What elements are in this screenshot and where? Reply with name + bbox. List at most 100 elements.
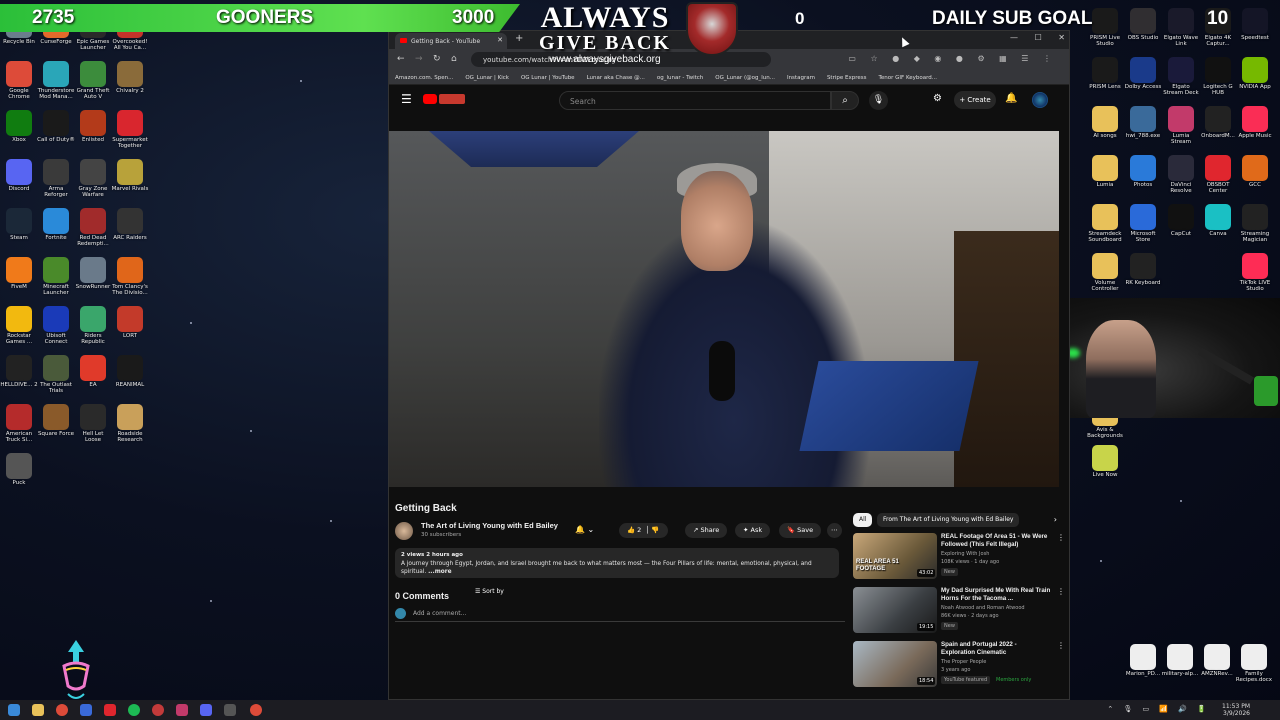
more-options-icon[interactable]: ⋮ <box>1057 641 1065 650</box>
recommendation-title[interactable]: My Dad Surprised Me With Real Train Horn… <box>941 587 1051 603</box>
bookmark-item[interactable]: OG Lunar | YouTube <box>521 75 575 81</box>
more-options-icon[interactable]: ⋮ <box>1057 533 1065 542</box>
desktop-icon[interactable]: Roadside Research <box>111 404 149 443</box>
desktop-icon[interactable]: Xbox <box>0 110 38 143</box>
desktop-icon[interactable]: Elgato Stream Deck <box>1162 57 1200 96</box>
desktop-icon[interactable]: SnowRunner <box>74 257 112 290</box>
home-icon[interactable]: ⌂ <box>451 54 457 64</box>
like-button[interactable]: 👍 2 │ 👎 <box>619 523 668 538</box>
desktop-icon[interactable]: Lumia <box>1086 155 1124 188</box>
account-avatar[interactable] <box>1032 92 1048 108</box>
desktop-icon[interactable]: Canva <box>1199 204 1237 237</box>
recommendation-item[interactable]: 19:15 My Dad Surprised Me With Real Train… <box>853 587 1065 637</box>
discord-taskbar-icon[interactable] <box>200 704 212 716</box>
system-tray-icons[interactable]: ⌃ 🎙 ▭ 📶 🔊 🔋 <box>1107 705 1210 713</box>
menu-icon[interactable]: ☰ <box>401 92 412 106</box>
desktop-icon[interactable]: EA <box>74 355 112 388</box>
chevron-right-icon[interactable]: › <box>1054 515 1057 524</box>
forward-button[interactable]: → <box>415 54 423 64</box>
desktop-icon[interactable]: Rockstar Games ... <box>0 306 38 345</box>
desktop-icon[interactable]: ARC Raiders <box>111 208 149 241</box>
desktop-icon[interactable]: Apple Music <box>1236 106 1274 139</box>
desktop-icon[interactable]: American Truck Si... <box>0 404 38 443</box>
taskbar-app-icon[interactable] <box>80 704 92 716</box>
add-comment-field[interactable]: Add a comment... <box>395 608 845 622</box>
chrome-active-icon[interactable] <box>250 704 262 716</box>
spotify-icon[interactable] <box>128 704 140 716</box>
desktop-icon[interactable]: PRISM Lens <box>1086 57 1124 90</box>
back-button[interactable]: ← <box>397 54 405 64</box>
desktop-icon[interactable]: Square Force <box>37 404 75 437</box>
desktop-icon[interactable]: Puck <box>0 453 38 486</box>
recommendation-item[interactable]: 18:54 Spain and Portugal 2022 - Explorati… <box>853 641 1065 691</box>
desktop-icon[interactable]: LORT <box>111 306 149 339</box>
description-box[interactable]: 2 views 2 hours ago A journey through Eg… <box>395 548 839 578</box>
bookmark-item[interactable]: Lunar aka Chase @... <box>587 75 645 81</box>
start-icon[interactable] <box>8 704 20 716</box>
desktop-icon[interactable]: OBSBOT Center <box>1199 155 1237 194</box>
recommendation-title[interactable]: REAL Footage Of Area 51 - We Were Follow… <box>941 533 1051 549</box>
desktop-icon[interactable]: Minecraft Launcher <box>37 257 75 296</box>
microphone-icon[interactable]: 🎙 <box>869 91 888 110</box>
desktop-icon[interactable]: Volume Controller <box>1086 253 1124 292</box>
desktop-icon[interactable]: Google Chrome <box>0 61 38 100</box>
taskbar-app-icon[interactable] <box>152 704 164 716</box>
desktop-icon[interactable]: Arma Reforger <box>37 159 75 198</box>
youtube-logo-icon[interactable] <box>423 94 437 104</box>
desktop-icon[interactable]: Hell Let Loose <box>74 404 112 443</box>
gear-icon[interactable]: ⚙ <box>933 93 942 104</box>
desktop-icon[interactable]: TikTok LIVE Studio <box>1236 253 1274 292</box>
desktop-icon[interactable]: FiveM <box>0 257 38 290</box>
desktop-icon[interactable]: Tom Clancy's The Divisio... <box>111 257 149 296</box>
channel-avatar[interactable] <box>395 522 413 540</box>
desktop-icon[interactable]: Gray Zone Warfare <box>74 159 112 198</box>
bookmark-item[interactable]: og_lunar - Twitch <box>657 75 703 81</box>
desktop-icon[interactable]: HELLDIVE... 2 <box>0 355 38 388</box>
bookmark-item[interactable]: OG_Lunar | Kick <box>465 75 509 81</box>
search-input[interactable]: Search <box>559 91 831 110</box>
desktop-icon[interactable]: OnboardM... <box>1199 106 1237 139</box>
reload-button[interactable]: ↻ <box>433 54 441 64</box>
desktop-icon[interactable]: Supermarket Together <box>111 110 149 149</box>
ask-button[interactable]: ✦ Ask <box>735 523 771 538</box>
bookmark-item[interactable]: Instagram <box>787 75 815 81</box>
desktop-icon[interactable]: Grand Theft Auto V <box>74 61 112 100</box>
file-explorer-icon[interactable] <box>32 704 44 716</box>
desktop-icon[interactable]: REANIMAL <box>111 355 149 388</box>
bookmark-item[interactable]: OG_Lunar (@og_lun... <box>715 75 775 81</box>
bookmark-item[interactable]: Stripe Express <box>827 75 867 81</box>
desktop-icon[interactable]: Riders Republic <box>74 306 112 345</box>
taskbar-app-icon[interactable] <box>104 704 116 716</box>
description-more-link[interactable]: ...more <box>428 569 451 575</box>
desktop-icon[interactable]: NVIDIA App <box>1236 57 1274 90</box>
chip-channel[interactable]: From The Art of Living Young with Ed Bai… <box>877 513 1020 527</box>
desktop-icon[interactable]: Thunderstore Mod Mana... <box>37 61 75 100</box>
desktop-icon[interactable]: Photos <box>1124 155 1162 188</box>
search-icon[interactable]: ⌕ <box>831 91 859 110</box>
save-button[interactable]: 🔖 Save <box>779 523 822 538</box>
desktop-icon[interactable]: Fortnite <box>37 208 75 241</box>
subscribe-bell-icon[interactable]: 🔔 ⌄ <box>575 525 594 534</box>
sort-by-button[interactable]: ☰ Sort by <box>475 588 504 595</box>
desktop-icon[interactable]: CapCut <box>1162 204 1200 237</box>
desktop-icon[interactable]: Marion_PD... <box>1124 644 1162 677</box>
desktop-icon[interactable]: AMZNRev... <box>1198 644 1236 677</box>
desktop-icon[interactable]: Dolby Access <box>1124 57 1162 90</box>
taskbar-app-icon[interactable] <box>224 704 236 716</box>
desktop-icon[interactable]: Red Dead Redempti... <box>74 208 112 247</box>
share-button[interactable]: ↗ Share <box>685 523 728 538</box>
tab-close-icon[interactable]: ✕ <box>497 36 503 44</box>
recommendation-channel[interactable]: The Proper People <box>941 659 986 665</box>
desktop-icon[interactable]: The Outlast Trials <box>37 355 75 394</box>
recommendation-title[interactable]: Spain and Portugal 2022 - Exploration Ci… <box>941 641 1051 657</box>
recommendation-channel[interactable]: Exploring With Josh <box>941 551 989 557</box>
recommendation-item[interactable]: REAL AREA 51 FOOTAGE 43:02 REAL Footage Of… <box>853 533 1065 583</box>
desktop-icon[interactable]: DaVinci Resolve <box>1162 155 1200 194</box>
desktop-icon[interactable]: GCC <box>1236 155 1274 188</box>
channel-name[interactable]: The Art of Living Young with Ed Bailey <box>421 521 558 530</box>
desktop-icon[interactable]: Discord <box>0 159 38 192</box>
desktop-icon[interactable]: AI songs <box>1086 106 1124 139</box>
desktop-icon[interactable]: Family Recipes.docx <box>1235 644 1273 683</box>
desktop-icon[interactable]: Call of Duty® <box>37 110 75 143</box>
video-player[interactable] <box>389 131 1059 487</box>
